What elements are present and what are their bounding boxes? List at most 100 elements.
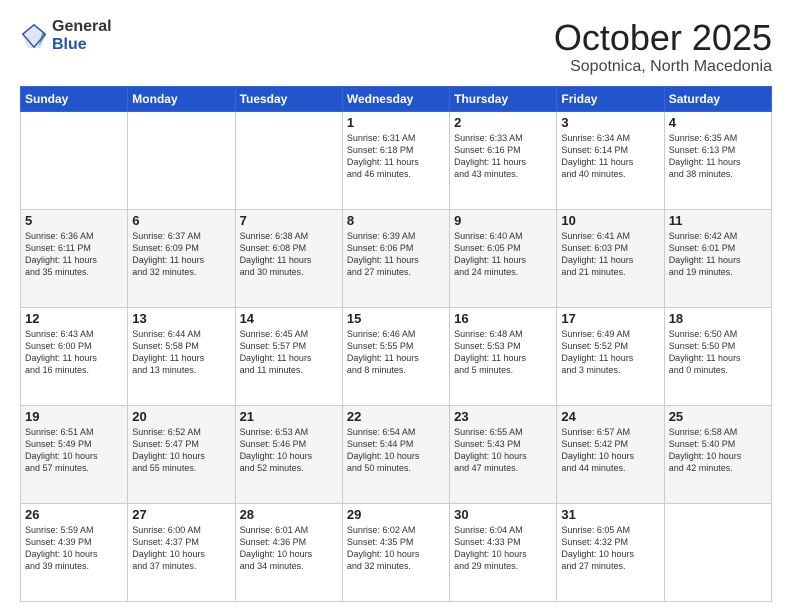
day-info: Sunrise: 6:54 AM Sunset: 5:44 PM Dayligh… [347, 426, 445, 475]
header-friday: Friday [557, 86, 664, 111]
table-row: 13 Sunrise: 6:44 AM Sunset: 5:58 PM Dayli… [128, 307, 235, 405]
day-info: Sunrise: 6:40 AM Sunset: 6:05 PM Dayligh… [454, 230, 552, 279]
day-number: 21 [240, 409, 338, 424]
day-number: 19 [25, 409, 123, 424]
table-row: 16 Sunrise: 6:48 AM Sunset: 5:53 PM Dayli… [450, 307, 557, 405]
day-number: 18 [669, 311, 767, 326]
header: General Blue October 2025 Sopotnica, Nor… [20, 18, 772, 76]
header-sunday: Sunday [21, 86, 128, 111]
day-number: 9 [454, 213, 552, 228]
day-info: Sunrise: 6:37 AM Sunset: 6:09 PM Dayligh… [132, 230, 230, 279]
header-monday: Monday [128, 86, 235, 111]
day-info: Sunrise: 6:52 AM Sunset: 5:47 PM Dayligh… [132, 426, 230, 475]
day-number: 3 [561, 115, 659, 130]
table-row: 26 Sunrise: 5:59 AM Sunset: 4:39 PM Dayli… [21, 503, 128, 601]
day-number: 26 [25, 507, 123, 522]
table-row: 21 Sunrise: 6:53 AM Sunset: 5:46 PM Dayli… [235, 405, 342, 503]
day-info: Sunrise: 6:45 AM Sunset: 5:57 PM Dayligh… [240, 328, 338, 377]
table-row: 9 Sunrise: 6:40 AM Sunset: 6:05 PM Daylig… [450, 209, 557, 307]
day-info: Sunrise: 6:53 AM Sunset: 5:46 PM Dayligh… [240, 426, 338, 475]
table-row: 23 Sunrise: 6:55 AM Sunset: 5:43 PM Dayli… [450, 405, 557, 503]
table-row: 20 Sunrise: 6:52 AM Sunset: 5:47 PM Dayli… [128, 405, 235, 503]
day-info: Sunrise: 6:50 AM Sunset: 5:50 PM Dayligh… [669, 328, 767, 377]
day-info: Sunrise: 6:04 AM Sunset: 4:33 PM Dayligh… [454, 524, 552, 573]
day-number: 6 [132, 213, 230, 228]
day-info: Sunrise: 6:46 AM Sunset: 5:55 PM Dayligh… [347, 328, 445, 377]
day-number: 31 [561, 507, 659, 522]
day-info: Sunrise: 5:59 AM Sunset: 4:39 PM Dayligh… [25, 524, 123, 573]
table-row: 5Sunrise: 6:36 AM Sunset: 6:11 PM Daylig… [21, 209, 128, 307]
table-row: 15Sunrise: 6:46 AM Sunset: 5:55 PM Dayli… [342, 307, 449, 405]
logo-general-text: General [52, 18, 112, 36]
table-row [235, 111, 342, 209]
table-row [21, 111, 128, 209]
logo-blue-text: Blue [52, 36, 112, 54]
table-row: 22 Sunrise: 6:54 AM Sunset: 5:44 PM Dayli… [342, 405, 449, 503]
day-number: 17 [561, 311, 659, 326]
table-row: 19Sunrise: 6:51 AM Sunset: 5:49 PM Dayli… [21, 405, 128, 503]
day-number: 20 [132, 409, 230, 424]
day-number: 27 [132, 507, 230, 522]
day-info: Sunrise: 6:49 AM Sunset: 5:52 PM Dayligh… [561, 328, 659, 377]
day-info: Sunrise: 6:43 AM Sunset: 6:00 PM Dayligh… [25, 328, 123, 377]
table-row [664, 503, 771, 601]
day-number: 28 [240, 507, 338, 522]
table-row: 31 Sunrise: 6:05 AM Sunset: 4:32 PM Dayli… [557, 503, 664, 601]
day-info: Sunrise: 6:58 AM Sunset: 5:40 PM Dayligh… [669, 426, 767, 475]
day-info: Sunrise: 6:33 AM Sunset: 6:16 PM Dayligh… [454, 132, 552, 181]
day-info: Sunrise: 6:35 AM Sunset: 6:13 PM Dayligh… [669, 132, 767, 181]
table-row: 10Sunrise: 6:41 AM Sunset: 6:03 PM Dayli… [557, 209, 664, 307]
table-row: 11 Sunrise: 6:42 AM Sunset: 6:01 PM Dayli… [664, 209, 771, 307]
logo: General Blue [20, 18, 112, 53]
day-info: Sunrise: 6:44 AM Sunset: 5:58 PM Dayligh… [132, 328, 230, 377]
day-info: Sunrise: 6:05 AM Sunset: 4:32 PM Dayligh… [561, 524, 659, 573]
calendar-week-row: 5Sunrise: 6:36 AM Sunset: 6:11 PM Daylig… [21, 209, 772, 307]
day-info: Sunrise: 6:38 AM Sunset: 6:08 PM Dayligh… [240, 230, 338, 279]
table-row: 14 Sunrise: 6:45 AM Sunset: 5:57 PM Dayli… [235, 307, 342, 405]
day-number: 25 [669, 409, 767, 424]
table-row: 27 Sunrise: 6:00 AM Sunset: 4:37 PM Dayli… [128, 503, 235, 601]
day-number: 7 [240, 213, 338, 228]
day-info: Sunrise: 6:55 AM Sunset: 5:43 PM Dayligh… [454, 426, 552, 475]
header-tuesday: Tuesday [235, 86, 342, 111]
day-info: Sunrise: 6:34 AM Sunset: 6:14 PM Dayligh… [561, 132, 659, 181]
day-number: 14 [240, 311, 338, 326]
table-row: 7 Sunrise: 6:38 AM Sunset: 6:08 PM Daylig… [235, 209, 342, 307]
day-info: Sunrise: 6:48 AM Sunset: 5:53 PM Dayligh… [454, 328, 552, 377]
day-number: 30 [454, 507, 552, 522]
table-row: 18 Sunrise: 6:50 AM Sunset: 5:50 PM Dayli… [664, 307, 771, 405]
table-row: 12 Sunrise: 6:43 AM Sunset: 6:00 PM Dayli… [21, 307, 128, 405]
table-row: 28 Sunrise: 6:01 AM Sunset: 4:36 PM Dayli… [235, 503, 342, 601]
day-number: 8 [347, 213, 445, 228]
calendar-week-row: 19Sunrise: 6:51 AM Sunset: 5:49 PM Dayli… [21, 405, 772, 503]
table-row: 6 Sunrise: 6:37 AM Sunset: 6:09 PM Daylig… [128, 209, 235, 307]
calendar-title: October 2025 [554, 18, 772, 58]
calendar-week-row: 26 Sunrise: 5:59 AM Sunset: 4:39 PM Dayli… [21, 503, 772, 601]
title-section: October 2025 Sopotnica, North Macedonia [554, 18, 772, 76]
day-number: 23 [454, 409, 552, 424]
day-number: 16 [454, 311, 552, 326]
calendar-table: Sunday Monday Tuesday Wednesday Thursday… [20, 86, 772, 602]
day-info: Sunrise: 6:31 AM Sunset: 6:18 PM Dayligh… [347, 132, 445, 181]
day-info: Sunrise: 6:01 AM Sunset: 4:36 PM Dayligh… [240, 524, 338, 573]
day-number: 12 [25, 311, 123, 326]
calendar-subtitle: Sopotnica, North Macedonia [554, 58, 772, 76]
day-number: 13 [132, 311, 230, 326]
day-info: Sunrise: 6:00 AM Sunset: 4:37 PM Dayligh… [132, 524, 230, 573]
day-number: 11 [669, 213, 767, 228]
day-number: 29 [347, 507, 445, 522]
calendar-week-row: 12 Sunrise: 6:43 AM Sunset: 6:00 PM Dayli… [21, 307, 772, 405]
table-row: 17 Sunrise: 6:49 AM Sunset: 5:52 PM Dayli… [557, 307, 664, 405]
day-info: Sunrise: 6:39 AM Sunset: 6:06 PM Dayligh… [347, 230, 445, 279]
header-wednesday: Wednesday [342, 86, 449, 111]
day-number: 2 [454, 115, 552, 130]
table-row [128, 111, 235, 209]
day-info: Sunrise: 6:02 AM Sunset: 4:35 PM Dayligh… [347, 524, 445, 573]
day-info: Sunrise: 6:42 AM Sunset: 6:01 PM Dayligh… [669, 230, 767, 279]
weekday-header-row: Sunday Monday Tuesday Wednesday Thursday… [21, 86, 772, 111]
table-row: 1Sunrise: 6:31 AM Sunset: 6:18 PM Daylig… [342, 111, 449, 209]
day-number: 5 [25, 213, 123, 228]
day-number: 22 [347, 409, 445, 424]
table-row: 2 Sunrise: 6:33 AM Sunset: 6:16 PM Daylig… [450, 111, 557, 209]
table-row: 29 Sunrise: 6:02 AM Sunset: 4:35 PM Dayli… [342, 503, 449, 601]
